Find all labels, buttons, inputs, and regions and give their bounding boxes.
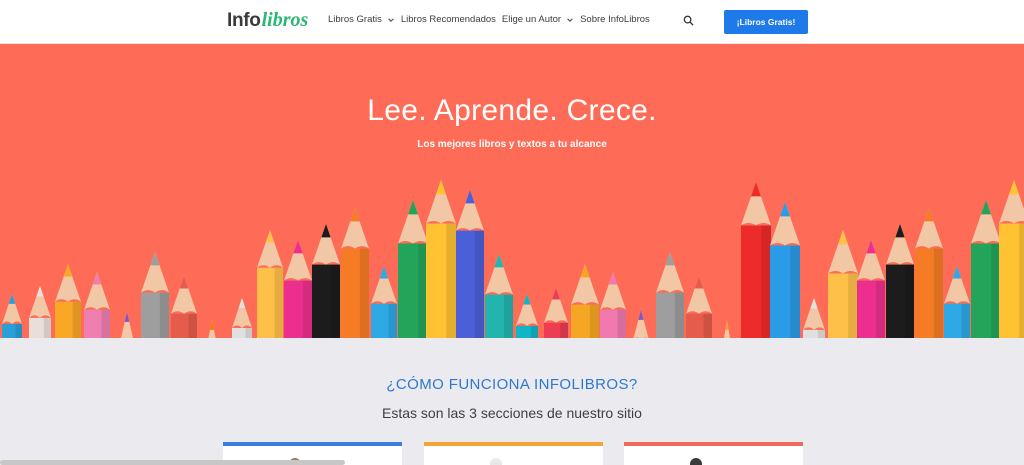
hero-title: Lee. Aprende. Crece. [367,94,657,127]
pencil [312,224,340,338]
pencil [944,266,970,338]
pencil [724,320,730,338]
search-icon[interactable] [683,15,694,26]
pencil [803,298,825,338]
pencil [284,240,312,338]
pencil [544,288,568,338]
pencil [857,240,885,338]
nav-item-libros-recomendados[interactable]: Libros Recomendados [401,14,496,25]
pencil [656,252,684,338]
pencil [208,320,216,338]
pencil [371,266,397,338]
site-header: Info libros Libros Gratis Libros Recomen… [0,0,1024,44]
nav-item-label: Sobre InfoLibros [580,14,650,25]
pencil [999,180,1024,338]
pencil [633,310,649,338]
pencil [686,276,712,338]
pencil [141,252,169,338]
section-subtitle: Estas son las 3 secciones de nuestro sit… [382,405,642,421]
pencil [770,202,800,338]
pencil [257,230,283,338]
card-illustration [490,458,502,465]
section-card-3[interactable] [624,442,803,465]
pencil [741,182,771,338]
nav-item-elige-un-autor[interactable]: Elige un Autor [502,14,574,25]
libros-gratis-button[interactable]: ¡Libros Gratis! [724,10,808,34]
nav-item-libros-gratis[interactable]: Libros Gratis [328,14,395,25]
card-illustration [690,458,702,465]
hero-subtitle: Los mejores libros y textos a tu alcance [417,139,607,150]
pencils-illustration [2,180,1024,338]
pencil [886,224,914,338]
pencil [232,298,252,338]
nav-item-sobre-infolibros[interactable]: Sobre InfoLibros [580,14,650,25]
pencil [516,294,538,338]
pencil [971,200,1001,338]
pencil [2,294,22,338]
pencil [341,208,369,338]
hero-banner: Lee. Aprende. Crece. Los mejores libros … [0,44,1024,338]
logo-info-text: Info [227,10,261,31]
pencil [171,276,197,338]
pencil [485,254,513,338]
pencil [571,264,599,338]
pencil [456,190,484,338]
pencil [828,230,858,338]
logo-libros-text: libros [261,9,309,31]
pencil [398,200,428,338]
nav-item-label: Libros Gratis [328,14,382,25]
section-title: ¿CÓMO FUNCIONA INFOLIBROS? [386,376,638,393]
main-nav: Libros Gratis Libros Recomendados Elige … [328,14,656,25]
site-logo[interactable]: Info libros [227,9,308,35]
nav-item-label: Libros Recomendados [400,14,496,25]
chevron-down-icon [388,17,394,22]
nav-item-label: Elige un Autor [501,14,562,25]
pencil [55,264,81,338]
pencil [600,272,626,338]
horizontal-scrollbar[interactable] [0,460,345,465]
pencil [915,208,943,338]
pencil [29,286,51,338]
chevron-down-icon [567,17,573,22]
pencil [120,312,134,338]
pencil [426,180,456,338]
pencil [84,272,110,338]
section-card-2[interactable] [424,442,603,465]
